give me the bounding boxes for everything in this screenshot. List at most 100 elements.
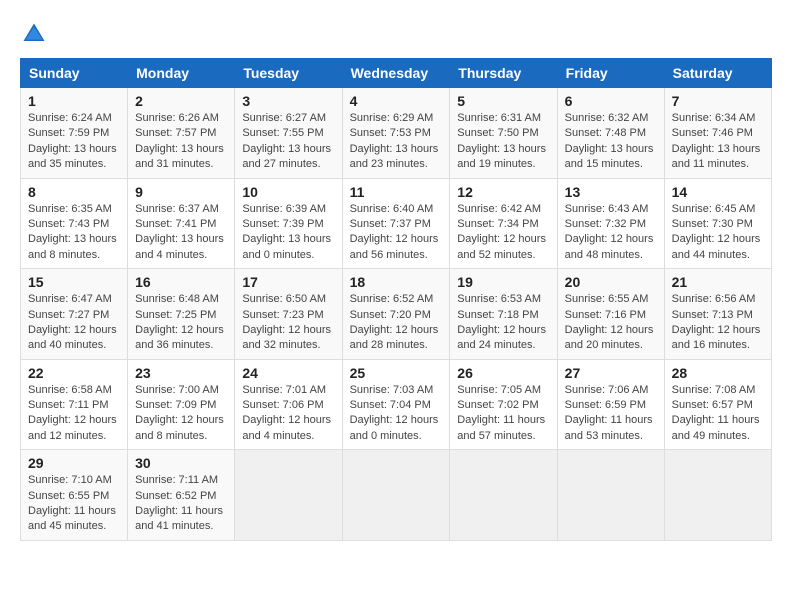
day-detail: Sunrise: 6:58 AMSunset: 7:11 PMDaylight:… (28, 383, 120, 445)
day-cell: 14 Sunrise: 6:45 AMSunset: 7:30 PMDaylig… (664, 178, 771, 269)
column-header-wednesday: Wednesday (342, 59, 450, 88)
day-cell: 30 Sunrise: 7:11 AMSunset: 6:52 PMDaylig… (128, 450, 235, 541)
day-number: 23 (135, 365, 227, 381)
day-cell: 5 Sunrise: 6:31 AMSunset: 7:50 PMDayligh… (450, 88, 557, 179)
day-cell: 19 Sunrise: 6:53 AMSunset: 7:18 PMDaylig… (450, 269, 557, 360)
day-cell: 10 Sunrise: 6:39 AMSunset: 7:39 PMDaylig… (235, 178, 342, 269)
day-number: 18 (350, 274, 443, 290)
day-number: 11 (350, 184, 443, 200)
day-detail: Sunrise: 6:31 AMSunset: 7:50 PMDaylight:… (457, 111, 549, 173)
day-number: 22 (28, 365, 120, 381)
day-cell: 1 Sunrise: 6:24 AMSunset: 7:59 PMDayligh… (21, 88, 128, 179)
day-detail: Sunrise: 6:37 AMSunset: 7:41 PMDaylight:… (135, 202, 227, 264)
day-detail: Sunrise: 6:29 AMSunset: 7:53 PMDaylight:… (350, 111, 443, 173)
logo-icon (20, 20, 48, 48)
day-detail: Sunrise: 6:26 AMSunset: 7:57 PMDaylight:… (135, 111, 227, 173)
day-cell: 7 Sunrise: 6:34 AMSunset: 7:46 PMDayligh… (664, 88, 771, 179)
day-cell: 8 Sunrise: 6:35 AMSunset: 7:43 PMDayligh… (21, 178, 128, 269)
day-cell: 15 Sunrise: 6:47 AMSunset: 7:27 PMDaylig… (21, 269, 128, 360)
day-number: 21 (672, 274, 764, 290)
day-cell (557, 450, 664, 541)
day-detail: Sunrise: 7:05 AMSunset: 7:02 PMDaylight:… (457, 383, 549, 445)
day-number: 17 (242, 274, 334, 290)
day-cell (664, 450, 771, 541)
day-detail: Sunrise: 6:35 AMSunset: 7:43 PMDaylight:… (28, 202, 120, 264)
day-detail: Sunrise: 7:10 AMSunset: 6:55 PMDaylight:… (28, 473, 120, 535)
day-cell: 23 Sunrise: 7:00 AMSunset: 7:09 PMDaylig… (128, 359, 235, 450)
day-cell: 22 Sunrise: 6:58 AMSunset: 7:11 PMDaylig… (21, 359, 128, 450)
calendar-table: SundayMondayTuesdayWednesdayThursdayFrid… (20, 58, 772, 541)
column-header-monday: Monday (128, 59, 235, 88)
day-cell: 17 Sunrise: 6:50 AMSunset: 7:23 PMDaylig… (235, 269, 342, 360)
day-cell: 13 Sunrise: 6:43 AMSunset: 7:32 PMDaylig… (557, 178, 664, 269)
day-cell: 21 Sunrise: 6:56 AMSunset: 7:13 PMDaylig… (664, 269, 771, 360)
day-detail: Sunrise: 6:55 AMSunset: 7:16 PMDaylight:… (565, 292, 657, 354)
day-number: 26 (457, 365, 549, 381)
day-detail: Sunrise: 7:08 AMSunset: 6:57 PMDaylight:… (672, 383, 764, 445)
day-number: 6 (565, 93, 657, 109)
day-cell: 20 Sunrise: 6:55 AMSunset: 7:16 PMDaylig… (557, 269, 664, 360)
logo (20, 20, 52, 48)
day-number: 10 (242, 184, 334, 200)
day-detail: Sunrise: 6:50 AMSunset: 7:23 PMDaylight:… (242, 292, 334, 354)
week-row-4: 22 Sunrise: 6:58 AMSunset: 7:11 PMDaylig… (21, 359, 772, 450)
day-cell: 18 Sunrise: 6:52 AMSunset: 7:20 PMDaylig… (342, 269, 450, 360)
page-header (20, 20, 772, 48)
day-detail: Sunrise: 7:01 AMSunset: 7:06 PMDaylight:… (242, 383, 334, 445)
day-number: 3 (242, 93, 334, 109)
day-cell: 12 Sunrise: 6:42 AMSunset: 7:34 PMDaylig… (450, 178, 557, 269)
day-number: 25 (350, 365, 443, 381)
day-detail: Sunrise: 6:24 AMSunset: 7:59 PMDaylight:… (28, 111, 120, 173)
day-cell: 9 Sunrise: 6:37 AMSunset: 7:41 PMDayligh… (128, 178, 235, 269)
day-cell (450, 450, 557, 541)
day-number: 8 (28, 184, 120, 200)
day-detail: Sunrise: 6:32 AMSunset: 7:48 PMDaylight:… (565, 111, 657, 173)
day-detail: Sunrise: 7:03 AMSunset: 7:04 PMDaylight:… (350, 383, 443, 445)
day-detail: Sunrise: 6:48 AMSunset: 7:25 PMDaylight:… (135, 292, 227, 354)
column-header-thursday: Thursday (450, 59, 557, 88)
column-header-tuesday: Tuesday (235, 59, 342, 88)
day-number: 4 (350, 93, 443, 109)
day-number: 27 (565, 365, 657, 381)
day-cell: 26 Sunrise: 7:05 AMSunset: 7:02 PMDaylig… (450, 359, 557, 450)
day-detail: Sunrise: 6:42 AMSunset: 7:34 PMDaylight:… (457, 202, 549, 264)
day-number: 1 (28, 93, 120, 109)
column-header-sunday: Sunday (21, 59, 128, 88)
day-number: 12 (457, 184, 549, 200)
day-cell: 27 Sunrise: 7:06 AMSunset: 6:59 PMDaylig… (557, 359, 664, 450)
day-number: 30 (135, 455, 227, 471)
day-cell: 25 Sunrise: 7:03 AMSunset: 7:04 PMDaylig… (342, 359, 450, 450)
day-detail: Sunrise: 7:00 AMSunset: 7:09 PMDaylight:… (135, 383, 227, 445)
column-header-saturday: Saturday (664, 59, 771, 88)
day-cell (342, 450, 450, 541)
week-row-3: 15 Sunrise: 6:47 AMSunset: 7:27 PMDaylig… (21, 269, 772, 360)
day-number: 14 (672, 184, 764, 200)
day-cell (235, 450, 342, 541)
day-cell: 24 Sunrise: 7:01 AMSunset: 7:06 PMDaylig… (235, 359, 342, 450)
day-number: 9 (135, 184, 227, 200)
day-number: 16 (135, 274, 227, 290)
day-detail: Sunrise: 7:11 AMSunset: 6:52 PMDaylight:… (135, 473, 227, 535)
day-cell: 3 Sunrise: 6:27 AMSunset: 7:55 PMDayligh… (235, 88, 342, 179)
day-number: 15 (28, 274, 120, 290)
calendar-header-row: SundayMondayTuesdayWednesdayThursdayFrid… (21, 59, 772, 88)
day-number: 7 (672, 93, 764, 109)
week-row-5: 29 Sunrise: 7:10 AMSunset: 6:55 PMDaylig… (21, 450, 772, 541)
day-detail: Sunrise: 6:47 AMSunset: 7:27 PMDaylight:… (28, 292, 120, 354)
day-number: 2 (135, 93, 227, 109)
day-detail: Sunrise: 6:40 AMSunset: 7:37 PMDaylight:… (350, 202, 443, 264)
day-detail: Sunrise: 6:53 AMSunset: 7:18 PMDaylight:… (457, 292, 549, 354)
day-detail: Sunrise: 6:45 AMSunset: 7:30 PMDaylight:… (672, 202, 764, 264)
day-cell: 16 Sunrise: 6:48 AMSunset: 7:25 PMDaylig… (128, 269, 235, 360)
day-number: 28 (672, 365, 764, 381)
day-cell: 2 Sunrise: 6:26 AMSunset: 7:57 PMDayligh… (128, 88, 235, 179)
day-number: 13 (565, 184, 657, 200)
day-detail: Sunrise: 6:52 AMSunset: 7:20 PMDaylight:… (350, 292, 443, 354)
day-number: 24 (242, 365, 334, 381)
column-header-friday: Friday (557, 59, 664, 88)
day-detail: Sunrise: 7:06 AMSunset: 6:59 PMDaylight:… (565, 383, 657, 445)
day-detail: Sunrise: 6:43 AMSunset: 7:32 PMDaylight:… (565, 202, 657, 264)
day-number: 29 (28, 455, 120, 471)
day-cell: 6 Sunrise: 6:32 AMSunset: 7:48 PMDayligh… (557, 88, 664, 179)
day-detail: Sunrise: 6:56 AMSunset: 7:13 PMDaylight:… (672, 292, 764, 354)
